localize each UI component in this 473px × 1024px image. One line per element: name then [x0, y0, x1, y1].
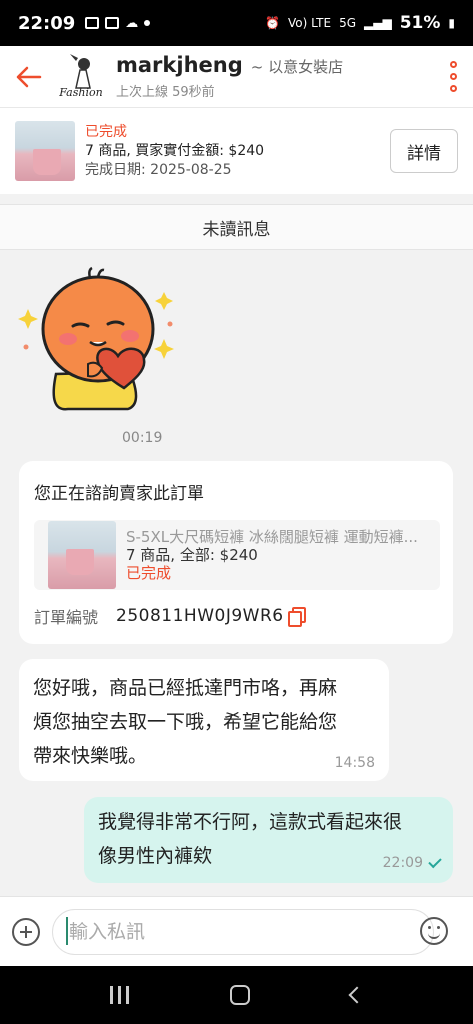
chat-header: Fashion markjheng ~ 以意女裝店 上次上線 59秒前	[0, 46, 473, 108]
add-attachment-icon[interactable]	[12, 917, 40, 946]
recent-apps-icon	[118, 986, 122, 1004]
emoji-icon[interactable]	[420, 917, 448, 945]
heart-character-sticker	[18, 266, 174, 411]
logo-text: Fashion	[58, 86, 102, 99]
recent-apps-icon	[126, 986, 130, 1004]
more-dot-icon	[449, 85, 457, 92]
username[interactable]: markjheng	[116, 53, 243, 77]
message-timestamp: 22:09	[382, 855, 423, 871]
shop-name: ~ 以意女裝店	[250, 58, 344, 76]
status-time: 22:09	[18, 12, 76, 34]
product-meta: 7 商品, 全部: $240	[126, 546, 258, 564]
message-input[interactable]	[52, 908, 434, 955]
network-5g-label: 5G	[339, 16, 356, 30]
incoming-message[interactable]: 您好哦，商品已經抵達門市咯，再麻 煩您抽空去取一下哦，希望它能給您 帶來快樂哦。…	[19, 659, 389, 781]
message-line: 您好哦，商品已經抵達門市咯，再麻	[33, 677, 338, 699]
back-button[interactable]	[0, 46, 56, 108]
home-button[interactable]	[229, 985, 250, 1005]
message-status: 22:09	[382, 854, 442, 871]
network-label: Vo) LTE	[288, 16, 332, 30]
outgoing-message[interactable]: 我覺得非常不行阿，這款式看起來很 像男性內褲欸 22:09	[84, 797, 453, 883]
back-arrow-icon	[16, 66, 42, 87]
message-line: 帶來快樂哦。	[33, 745, 148, 767]
sticker-message[interactable]	[18, 264, 178, 414]
sticker-timestamp: 00:19	[122, 430, 163, 446]
notification-icons: ☁	[85, 15, 151, 31]
webtoon-icon	[105, 17, 120, 29]
order-summary-bar: 已完成 7 商品, 買家實付金額: $240 完成日期: 2025-08-25 …	[0, 108, 473, 194]
photo-icon	[85, 17, 100, 29]
order-number-label: 訂單編號	[34, 608, 99, 627]
inquiry-title: 您正在諮詢賣家此訂單	[34, 484, 204, 504]
copy-icon[interactable]	[287, 607, 306, 627]
system-icons: ⏰ Vo) LTE 5G ▂▄▆ 51% ▮	[265, 13, 455, 33]
product-name: S-5XL大尺碼短褲 冰絲闊腿短褲 運動短褲...	[126, 528, 418, 546]
shop-avatar[interactable]: Fashion	[56, 52, 106, 102]
battery-level: 51%	[399, 13, 441, 33]
last-seen-status: 上次上線 59秒前	[116, 85, 215, 100]
dot-icon	[144, 20, 151, 26]
order-number: 250811HW0J9WR6	[116, 606, 284, 626]
cloud-icon: ☁	[125, 15, 139, 31]
message-line: 我覺得非常不行阿，這款式看起來很	[98, 811, 403, 833]
product-thumbnail[interactable]	[15, 121, 75, 181]
recent-apps-icon	[110, 986, 114, 1004]
more-dot-icon	[449, 61, 457, 68]
inquiry-product[interactable]: S-5XL大尺碼短褲 冰絲闊腿短褲 運動短褲... 7 商品, 全部: $240…	[34, 520, 440, 590]
status-bar: 22:09 ☁ ⏰ Vo) LTE 5G ▂▄▆ 51% ▮	[0, 0, 473, 46]
fashion-logo-icon: Fashion	[58, 53, 103, 99]
order-completed-date: 完成日期: 2025-08-25	[85, 161, 232, 178]
signal-icon: ▂▄▆	[364, 16, 392, 30]
recent-apps-button[interactable]	[110, 986, 130, 1004]
order-summary: 7 商品, 買家實付金額: $240	[85, 142, 265, 159]
system-navigation-bar	[0, 966, 473, 1024]
message-timestamp: 14:58	[334, 755, 375, 771]
alarm-icon: ⏰	[265, 16, 280, 30]
unread-messages-divider: 未讀訊息	[0, 204, 473, 250]
text-cursor	[66, 917, 68, 945]
more-options-button[interactable]	[433, 46, 473, 108]
back-nav-button[interactable]	[348, 986, 366, 1004]
message-line: 煩您抽空去取一下哦，希望它能給您	[33, 711, 338, 733]
message-composer	[0, 896, 473, 966]
more-dot-icon	[449, 73, 457, 80]
details-button[interactable]: 詳情	[390, 129, 458, 173]
battery-icon: ▮	[448, 16, 455, 30]
order-status: 已完成	[85, 123, 127, 140]
check-icon	[428, 854, 442, 868]
product-status: 已完成	[126, 564, 172, 582]
order-inquiry-card: 您正在諮詢賣家此訂單 S-5XL大尺碼短褲 冰絲闊腿短褲 運動短褲... 7 商…	[19, 461, 453, 644]
product-thumbnail	[48, 521, 116, 589]
